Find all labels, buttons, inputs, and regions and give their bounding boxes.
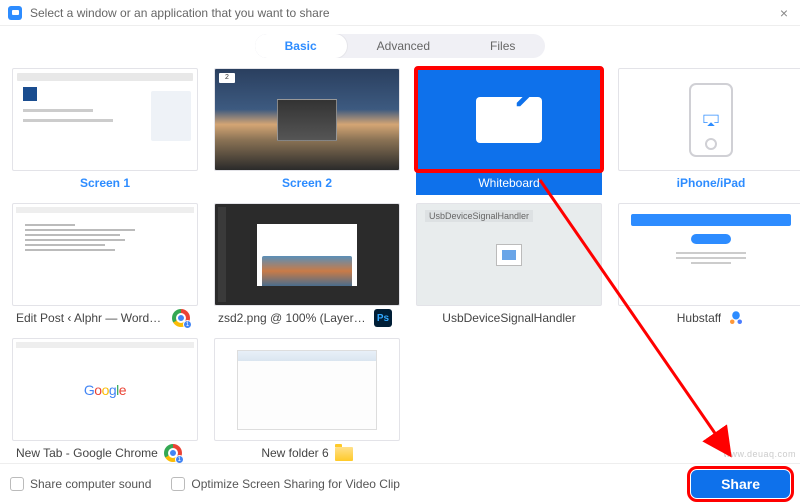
checkbox-label: Share computer sound <box>30 477 151 491</box>
tab-advanced[interactable]: Advanced <box>347 34 460 58</box>
watermark: www.deuaq.com <box>723 449 796 459</box>
tabs: Basic Advanced Files <box>255 34 546 58</box>
tabs-row: Basic Advanced Files <box>0 26 800 68</box>
tile-label: Screen 1 <box>80 176 130 190</box>
tile-label: iPhone/iPad <box>677 176 746 190</box>
dialog-title: Select a window or an application that y… <box>30 6 776 20</box>
close-button[interactable]: × <box>776 5 792 21</box>
tile-hubstaff[interactable]: Hubstaff <box>618 203 800 330</box>
thumb-screen-1 <box>12 68 198 171</box>
chrome-icon: 1 <box>172 309 190 327</box>
thumb-hubstaff <box>618 203 800 306</box>
dialog-footer: Share computer sound Optimize Screen Sha… <box>0 463 800 503</box>
chrome-icon: 1 <box>164 444 182 462</box>
share-grid: Screen 1 2 Screen 2 Whiteboard <box>0 68 800 465</box>
tile-new-folder[interactable]: New folder 6 <box>214 338 400 465</box>
tile-label: Edit Post ‹ Alphr — WordPress - ... <box>16 311 166 325</box>
tab-basic[interactable]: Basic <box>255 34 347 58</box>
thumb-photoshop <box>214 203 400 306</box>
airplay-icon <box>702 113 720 127</box>
thumb-iphone <box>618 68 800 171</box>
tile-photoshop[interactable]: zsd2.png @ 100% (Layer 1, RGB/8... Ps <box>214 203 400 330</box>
checkbox-label: Optimize Screen Sharing for Video Clip <box>191 477 400 491</box>
thumb-new-tab: Google <box>12 338 198 441</box>
tile-label: New Tab - Google Chrome <box>16 446 158 460</box>
thumb-new-folder <box>214 338 400 441</box>
google-logo: Google <box>84 382 126 398</box>
tile-new-tab[interactable]: Google New Tab - Google Chrome 1 <box>12 338 198 465</box>
tile-label: New folder 6 <box>261 446 328 460</box>
tile-label: Screen 2 <box>282 176 332 190</box>
tile-screen-2[interactable]: 2 Screen 2 <box>214 68 400 195</box>
thumb-inner-label: UsbDeviceSignalHandler <box>425 210 533 222</box>
checkbox-share-sound[interactable]: Share computer sound <box>10 477 151 491</box>
thumb-screen-2: 2 <box>214 68 400 171</box>
thumb-whiteboard <box>416 68 602 171</box>
tile-screen-1[interactable]: Screen 1 <box>12 68 198 195</box>
tile-label: Hubstaff <box>677 311 721 325</box>
tile-label: UsbDeviceSignalHandler <box>442 311 575 325</box>
tile-wordpress[interactable]: Edit Post ‹ Alphr — WordPress - ... 1 <box>12 203 198 330</box>
pencil-icon <box>514 87 536 109</box>
thumb-usb-device: UsbDeviceSignalHandler <box>416 203 602 306</box>
share-button[interactable]: Share <box>691 470 790 498</box>
screen-number-badge: 2 <box>219 73 235 83</box>
checkbox-icon <box>10 477 24 491</box>
phone-icon <box>689 83 733 157</box>
hubstaff-icon <box>727 309 745 327</box>
folder-icon <box>335 447 353 461</box>
tile-iphone-ipad[interactable]: iPhone/iPad <box>618 68 800 195</box>
tile-label: Whiteboard <box>478 176 539 190</box>
zoom-app-icon <box>8 6 22 20</box>
tile-usb-device[interactable]: UsbDeviceSignalHandler UsbDeviceSignalHa… <box>416 203 602 330</box>
tile-label: zsd2.png @ 100% (Layer 1, RGB/8... <box>218 311 368 325</box>
thumb-wordpress <box>12 203 198 306</box>
photoshop-icon: Ps <box>374 309 392 327</box>
tab-files[interactable]: Files <box>460 34 545 58</box>
checkbox-optimize-video[interactable]: Optimize Screen Sharing for Video Clip <box>171 477 400 491</box>
checkbox-icon <box>171 477 185 491</box>
tile-whiteboard[interactable]: Whiteboard <box>416 68 602 195</box>
dialog-header: Select a window or an application that y… <box>0 0 800 26</box>
